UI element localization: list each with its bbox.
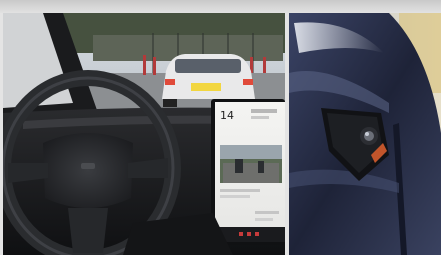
camera-photo — [289, 13, 441, 255]
top-border — [0, 0, 441, 13]
camera-scene — [289, 13, 441, 255]
cabin-scene: 14 — [3, 13, 285, 255]
image-frame: 14 — [0, 0, 441, 255]
license-plate — [191, 83, 221, 91]
center-touchscreen: 14 — [211, 99, 285, 245]
speed-readout: 14 — [220, 109, 234, 122]
cabin-photo: 14 — [3, 13, 285, 255]
screen-dock-icons — [239, 232, 259, 236]
